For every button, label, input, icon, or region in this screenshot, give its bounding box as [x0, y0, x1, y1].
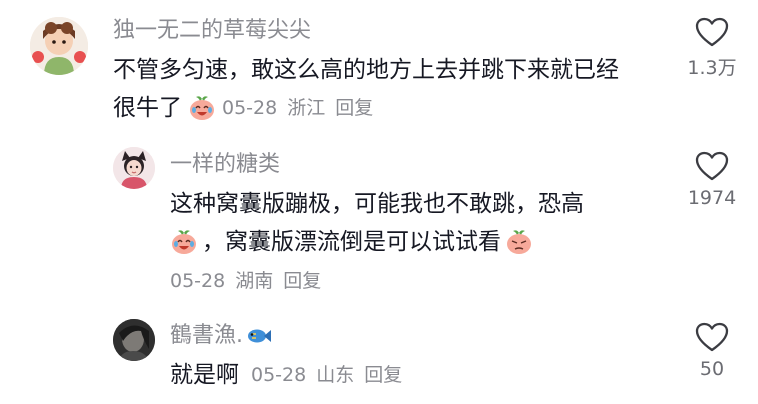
avatar[interactable]: [30, 17, 88, 75]
fish-emoji-icon: [248, 329, 271, 343]
comment-username[interactable]: 鶴書漁.: [170, 321, 272, 351]
heart-icon[interactable]: [695, 322, 729, 352]
comment-item: 独一无二的草莓尖尖 不管多匀速，敢这么高的地方上去并跳下来就已经 很牛了 05-…: [0, 0, 758, 130]
like-count: 1.3万: [687, 57, 737, 79]
comment-username[interactable]: 一样的糖类: [170, 150, 280, 180]
strawberry-girl-avatar-icon: [30, 17, 88, 75]
comment-text-line: 就是啊 05-28 山东 回复: [170, 359, 412, 391]
comment-location: 山东: [316, 364, 355, 386]
laughing-peach-emoji-icon: [190, 96, 214, 120]
laughing-peach-emoji-icon: [172, 230, 196, 254]
comment-text-line: ，窝囊版漂流倒是可以试试看: [170, 226, 533, 258]
like-button[interactable]: 1.3万: [672, 17, 752, 80]
reply-button[interactable]: 回复: [283, 267, 321, 295]
comment-date: 05-28: [222, 97, 278, 119]
comment-text: 很牛了: [113, 95, 182, 121]
like-button[interactable]: 1974: [672, 151, 752, 209]
comment-text: 这种窝囊版蹦极，可能我也不敢跳，恐高: [170, 191, 584, 217]
girl-cat-ears-avatar-icon: [113, 147, 155, 189]
reply-button[interactable]: 回复: [335, 92, 373, 124]
comment-item: 鶴書漁. 就是啊 05-28 山东 回复 50: [0, 300, 758, 404]
comment-location: 浙江: [287, 97, 326, 119]
comment-username[interactable]: 独一无二的草莓尖尖: [113, 16, 311, 46]
dark-portrait-avatar-icon: [113, 319, 155, 361]
comment-text-line: 这种窝囊版蹦极，可能我也不敢跳，恐高: [170, 188, 584, 220]
comment-text-line: 不管多匀速，敢这么高的地方上去并跳下来就已经: [113, 54, 619, 86]
avatar[interactable]: [113, 147, 155, 189]
comment-meta: 05-28 湖南 回复: [170, 267, 331, 295]
heart-icon[interactable]: [695, 17, 729, 47]
comment-date: 05-28: [170, 270, 226, 292]
comment-text: 就是啊: [170, 362, 239, 388]
heart-icon[interactable]: [695, 151, 729, 181]
comment-date: 05-28: [251, 364, 307, 386]
comment-location: 湖南: [235, 270, 274, 292]
peach-face-emoji-icon: [507, 230, 531, 254]
comment-username-text: 鶴書漁.: [170, 323, 243, 348]
comment-meta: 05-28 浙江 回复: [222, 92, 383, 124]
reply-button[interactable]: 回复: [364, 359, 402, 391]
comment-text-line: 很牛了 05-28 浙江 回复: [113, 92, 383, 124]
like-count: 1974: [687, 187, 737, 209]
comment-text: ，窝囊版漂流倒是可以试试看: [202, 229, 501, 255]
like-button[interactable]: 50: [672, 322, 752, 380]
avatar[interactable]: [113, 319, 155, 361]
like-count: 50: [699, 358, 725, 380]
comment-item: 一样的糖类 这种窝囊版蹦极，可能我也不敢跳，恐高 ，窝囊版漂流倒是可以试试看 0…: [0, 130, 758, 300]
comment-text: 不管多匀速，敢这么高的地方上去并跳下来就已经: [113, 57, 619, 83]
comment-meta: 05-28 山东 回复: [251, 359, 412, 391]
